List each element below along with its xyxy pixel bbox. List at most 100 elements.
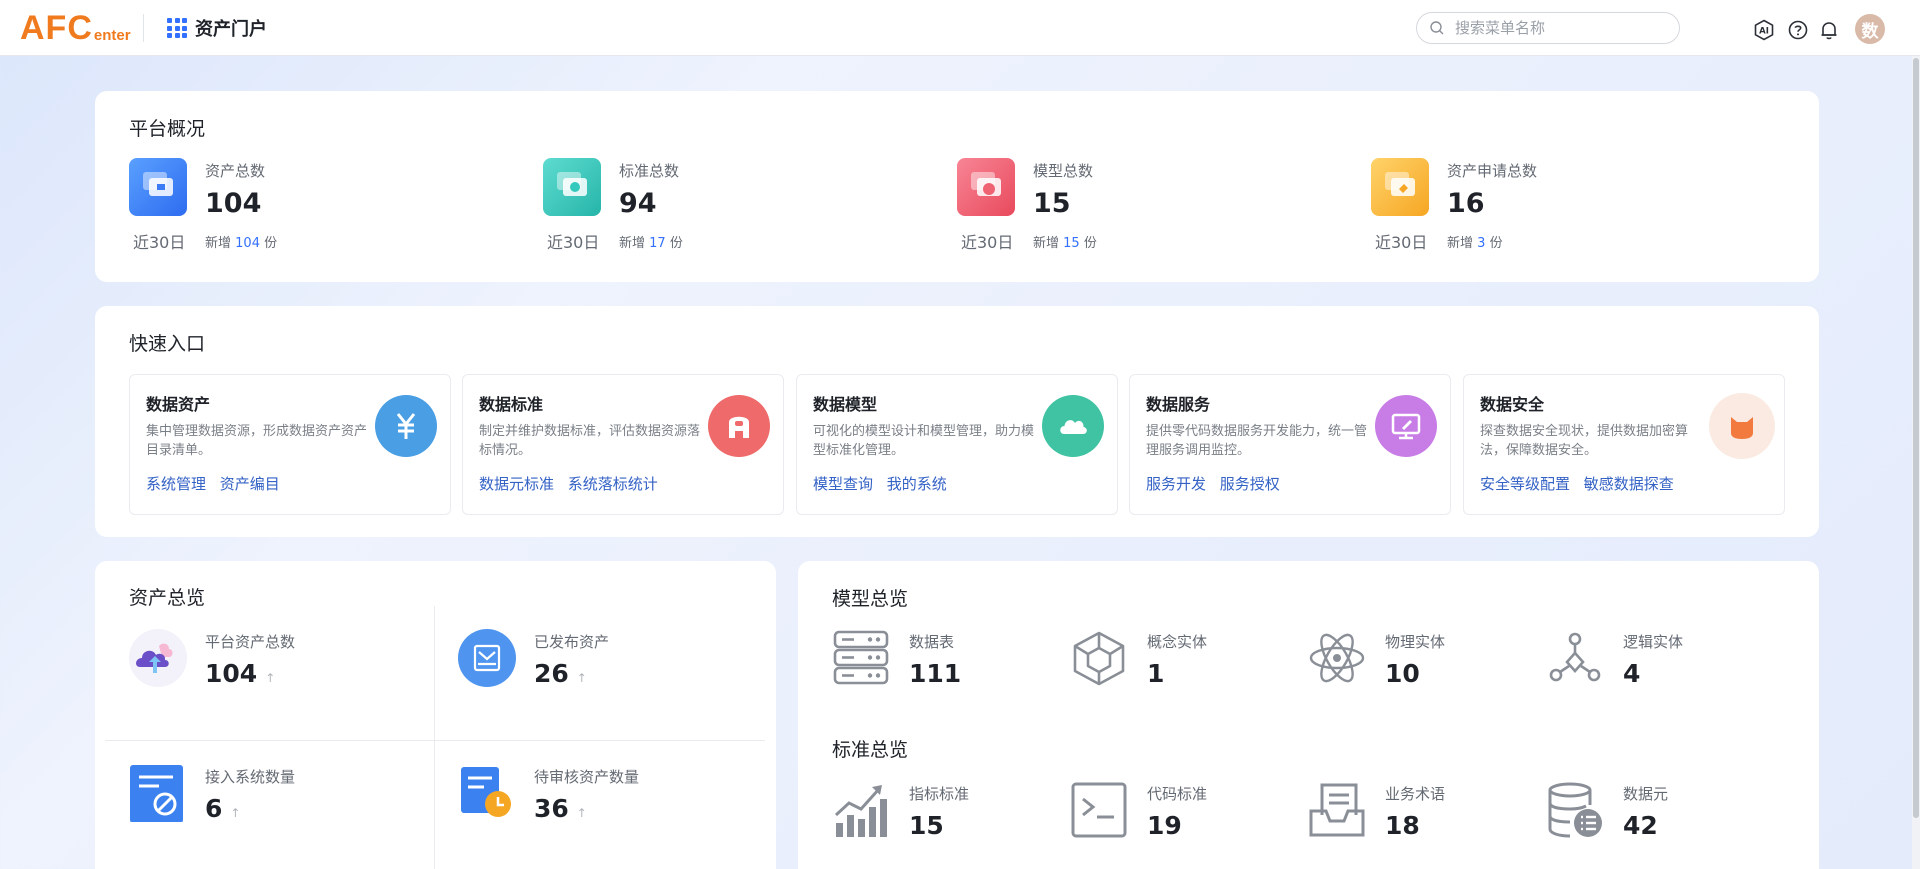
trend-chart-icon <box>834 785 887 837</box>
header-divider <box>143 14 144 42</box>
asset-overview-horizontal-divider <box>105 740 765 741</box>
asset-stat-value: 6 ↑ <box>205 794 241 823</box>
portal-switcher[interactable]: 资产门户 <box>167 16 267 40</box>
cloud-icon <box>1042 395 1104 457</box>
quick-entry-card-desc: 可视化的模型设计和模型管理，助力模型标准化管理。 <box>813 424 1035 458</box>
quick-entry-data-asset[interactable]: 数据资产 集中管理数据资源，形成数据资产资产目录清单。 系统管理 资产编目 <box>129 374 451 515</box>
overview-value: 94 <box>619 188 657 219</box>
overview-application-total[interactable]: 资产申请总数 16 近30日 新增 3 份 <box>1371 158 1671 258</box>
standard-business-term[interactable]: 业务术语 18 <box>1308 781 1528 851</box>
apps-grid-icon <box>167 18 187 38</box>
model-overview-title: 模型总览 <box>832 588 909 610</box>
quick-entry-data-model[interactable]: 数据模型 可视化的模型设计和模型管理，助力模型标准化管理。 模型查询 我的系统 <box>796 374 1118 515</box>
model-stat-label: 数据表 <box>909 633 955 651</box>
help-icon[interactable] <box>1787 19 1809 41</box>
top-header: AFC enter 资产门户 AI 数 <box>0 0 1920 56</box>
overview-new: 新增 15 份 <box>1033 236 1097 251</box>
standard-stat-value: 15 <box>909 811 944 840</box>
cloud-upload-icon <box>129 629 187 687</box>
quick-entry-links: 服务开发 服务授权 <box>1146 473 1289 494</box>
overview-new: 新增 17 份 <box>619 236 683 251</box>
overview-standard-total[interactable]: 标准总数 94 近30日 新增 17 份 <box>543 158 843 258</box>
standard-data-element[interactable]: 数据元 42 <box>1546 781 1766 851</box>
link-my-system[interactable]: 我的系统 <box>887 475 947 493</box>
quick-entry-data-standard[interactable]: 数据标准 制定并维护数据标准，评估数据资源落标情况。 数据元标准 系统落标统计 <box>462 374 784 515</box>
model-data-table[interactable]: 数据表 111 <box>832 629 1052 699</box>
asset-stat-value: 104 ↑ <box>205 659 276 688</box>
link-data-element-standard[interactable]: 数据元标准 <box>479 475 554 493</box>
link-service-development[interactable]: 服务开发 <box>1146 475 1206 493</box>
asset-stat-value: 26 ↑ <box>534 659 587 688</box>
asset-published[interactable]: 已发布资产 26 ↑ <box>458 629 758 729</box>
asset-pending-review[interactable]: 待审核资产数量 36 ↑ <box>458 764 758 864</box>
link-security-level-config[interactable]: 安全等级配置 <box>1480 475 1570 493</box>
standard-stat-value: 18 <box>1385 811 1420 840</box>
asset-stat-label: 已发布资产 <box>534 633 610 651</box>
trend-up-icon: ↑ <box>230 806 241 820</box>
quick-entry-card-title: 数据安全 <box>1480 395 1545 414</box>
overview-new: 新增 3 份 <box>1447 236 1503 251</box>
model-stat-value: 10 <box>1385 659 1420 688</box>
model-physical-entity[interactable]: 物理实体 10 <box>1308 629 1528 699</box>
asset-platform-total[interactable]: 平台资产总数 104 ↑ <box>129 629 429 729</box>
asset-overview-title: 资产总览 <box>129 587 206 609</box>
system-access-icon <box>130 765 183 822</box>
asset-system-access[interactable]: 接入系统数量 6 ↑ <box>129 764 429 864</box>
asset-stat-label: 接入系统数量 <box>205 768 296 786</box>
svg-text:AI: AI <box>1759 27 1769 37</box>
page-scrollbar-thumb[interactable] <box>1913 58 1919 818</box>
link-model-query[interactable]: 模型查询 <box>813 475 873 493</box>
quick-entry-card-title: 数据标准 <box>479 395 544 414</box>
database-list-icon <box>1548 782 1602 838</box>
app-logo[interactable]: AFC enter <box>20 8 131 48</box>
link-sensitive-data-discovery[interactable]: 敏感数据探查 <box>1584 475 1674 493</box>
link-system-management[interactable]: 系统管理 <box>146 475 206 493</box>
quick-entry-card-title: 数据模型 <box>813 395 878 414</box>
standard-code[interactable]: 代码标准 19 <box>1070 781 1290 851</box>
logo-main-text: AFC <box>20 9 93 47</box>
overview-model-total[interactable]: 模型总数 15 近30日 新增 15 份 <box>957 158 1257 258</box>
quick-entry-title: 快速入口 <box>129 333 206 355</box>
standard-stat-label: 代码标准 <box>1147 785 1208 803</box>
quick-entry-card-desc: 提供零代码数据服务开发能力，统一管理服务调用监控。 <box>1146 424 1368 458</box>
quick-entry-links: 安全等级配置 敏感数据探查 <box>1480 473 1683 494</box>
standard-stat-value: 19 <box>1147 811 1182 840</box>
overview-period: 近30日 <box>547 233 600 252</box>
ai-icon[interactable]: AI <box>1753 19 1775 41</box>
quick-entry-card-title: 数据资产 <box>146 395 211 414</box>
server-icon <box>833 630 889 685</box>
overview-label: 标准总数 <box>619 162 680 180</box>
standard-stat-label: 数据元 <box>1623 785 1669 803</box>
model-logical-entity[interactable]: 逻辑实体 4 <box>1546 629 1766 699</box>
trend-up-icon: ↑ <box>576 806 587 820</box>
model-stat-value: 111 <box>909 659 962 688</box>
inbox-icon <box>458 629 516 687</box>
asset-total-icon <box>129 158 187 216</box>
model-concept-entity[interactable]: 概念实体 1 <box>1070 629 1290 699</box>
quick-entry-card-desc: 制定并维护数据标准，评估数据资源落标情况。 <box>479 424 701 458</box>
model-stat-label: 概念实体 <box>1147 633 1208 651</box>
standard-stat-value: 42 <box>1623 811 1658 840</box>
quick-entry-data-security[interactable]: 数据安全 探查数据安全现状，提供数据加密算法，保障数据安全。 安全等级配置 敏感… <box>1463 374 1785 515</box>
standard-indicator[interactable]: 指标标准 15 <box>832 781 1052 851</box>
search-icon <box>1430 21 1444 35</box>
overview-asset-total[interactable]: 资产总数 104 近30日 新增 104 份 <box>129 158 429 258</box>
overview-period: 近30日 <box>961 233 1014 252</box>
model-stat-value: 1 <box>1147 659 1165 688</box>
overview-value: 15 <box>1033 188 1071 219</box>
link-service-authorization[interactable]: 服务授权 <box>1220 475 1280 493</box>
link-asset-catalog[interactable]: 资产编目 <box>220 475 280 493</box>
quick-entry-links: 系统管理 资产编目 <box>146 473 289 494</box>
quick-entry-links: 数据元标准 系统落标统计 <box>479 473 667 494</box>
overview-value: 16 <box>1447 188 1485 219</box>
platform-overview-title: 平台概况 <box>129 118 206 140</box>
standard-stat-label: 业务术语 <box>1385 785 1446 803</box>
search-input[interactable] <box>1455 19 1665 37</box>
overview-new: 新增 104 份 <box>205 236 278 251</box>
bell-icon[interactable] <box>1818 19 1840 41</box>
portal-title: 资产门户 <box>195 19 267 40</box>
overview-label: 资产申请总数 <box>1447 162 1538 180</box>
user-avatar[interactable]: 数 <box>1855 14 1885 44</box>
link-system-standard-stats[interactable]: 系统落标统计 <box>568 475 658 493</box>
quick-entry-data-service[interactable]: 数据服务 提供零代码数据服务开发能力，统一管理服务调用监控。 服务开发 服务授权 <box>1129 374 1451 515</box>
